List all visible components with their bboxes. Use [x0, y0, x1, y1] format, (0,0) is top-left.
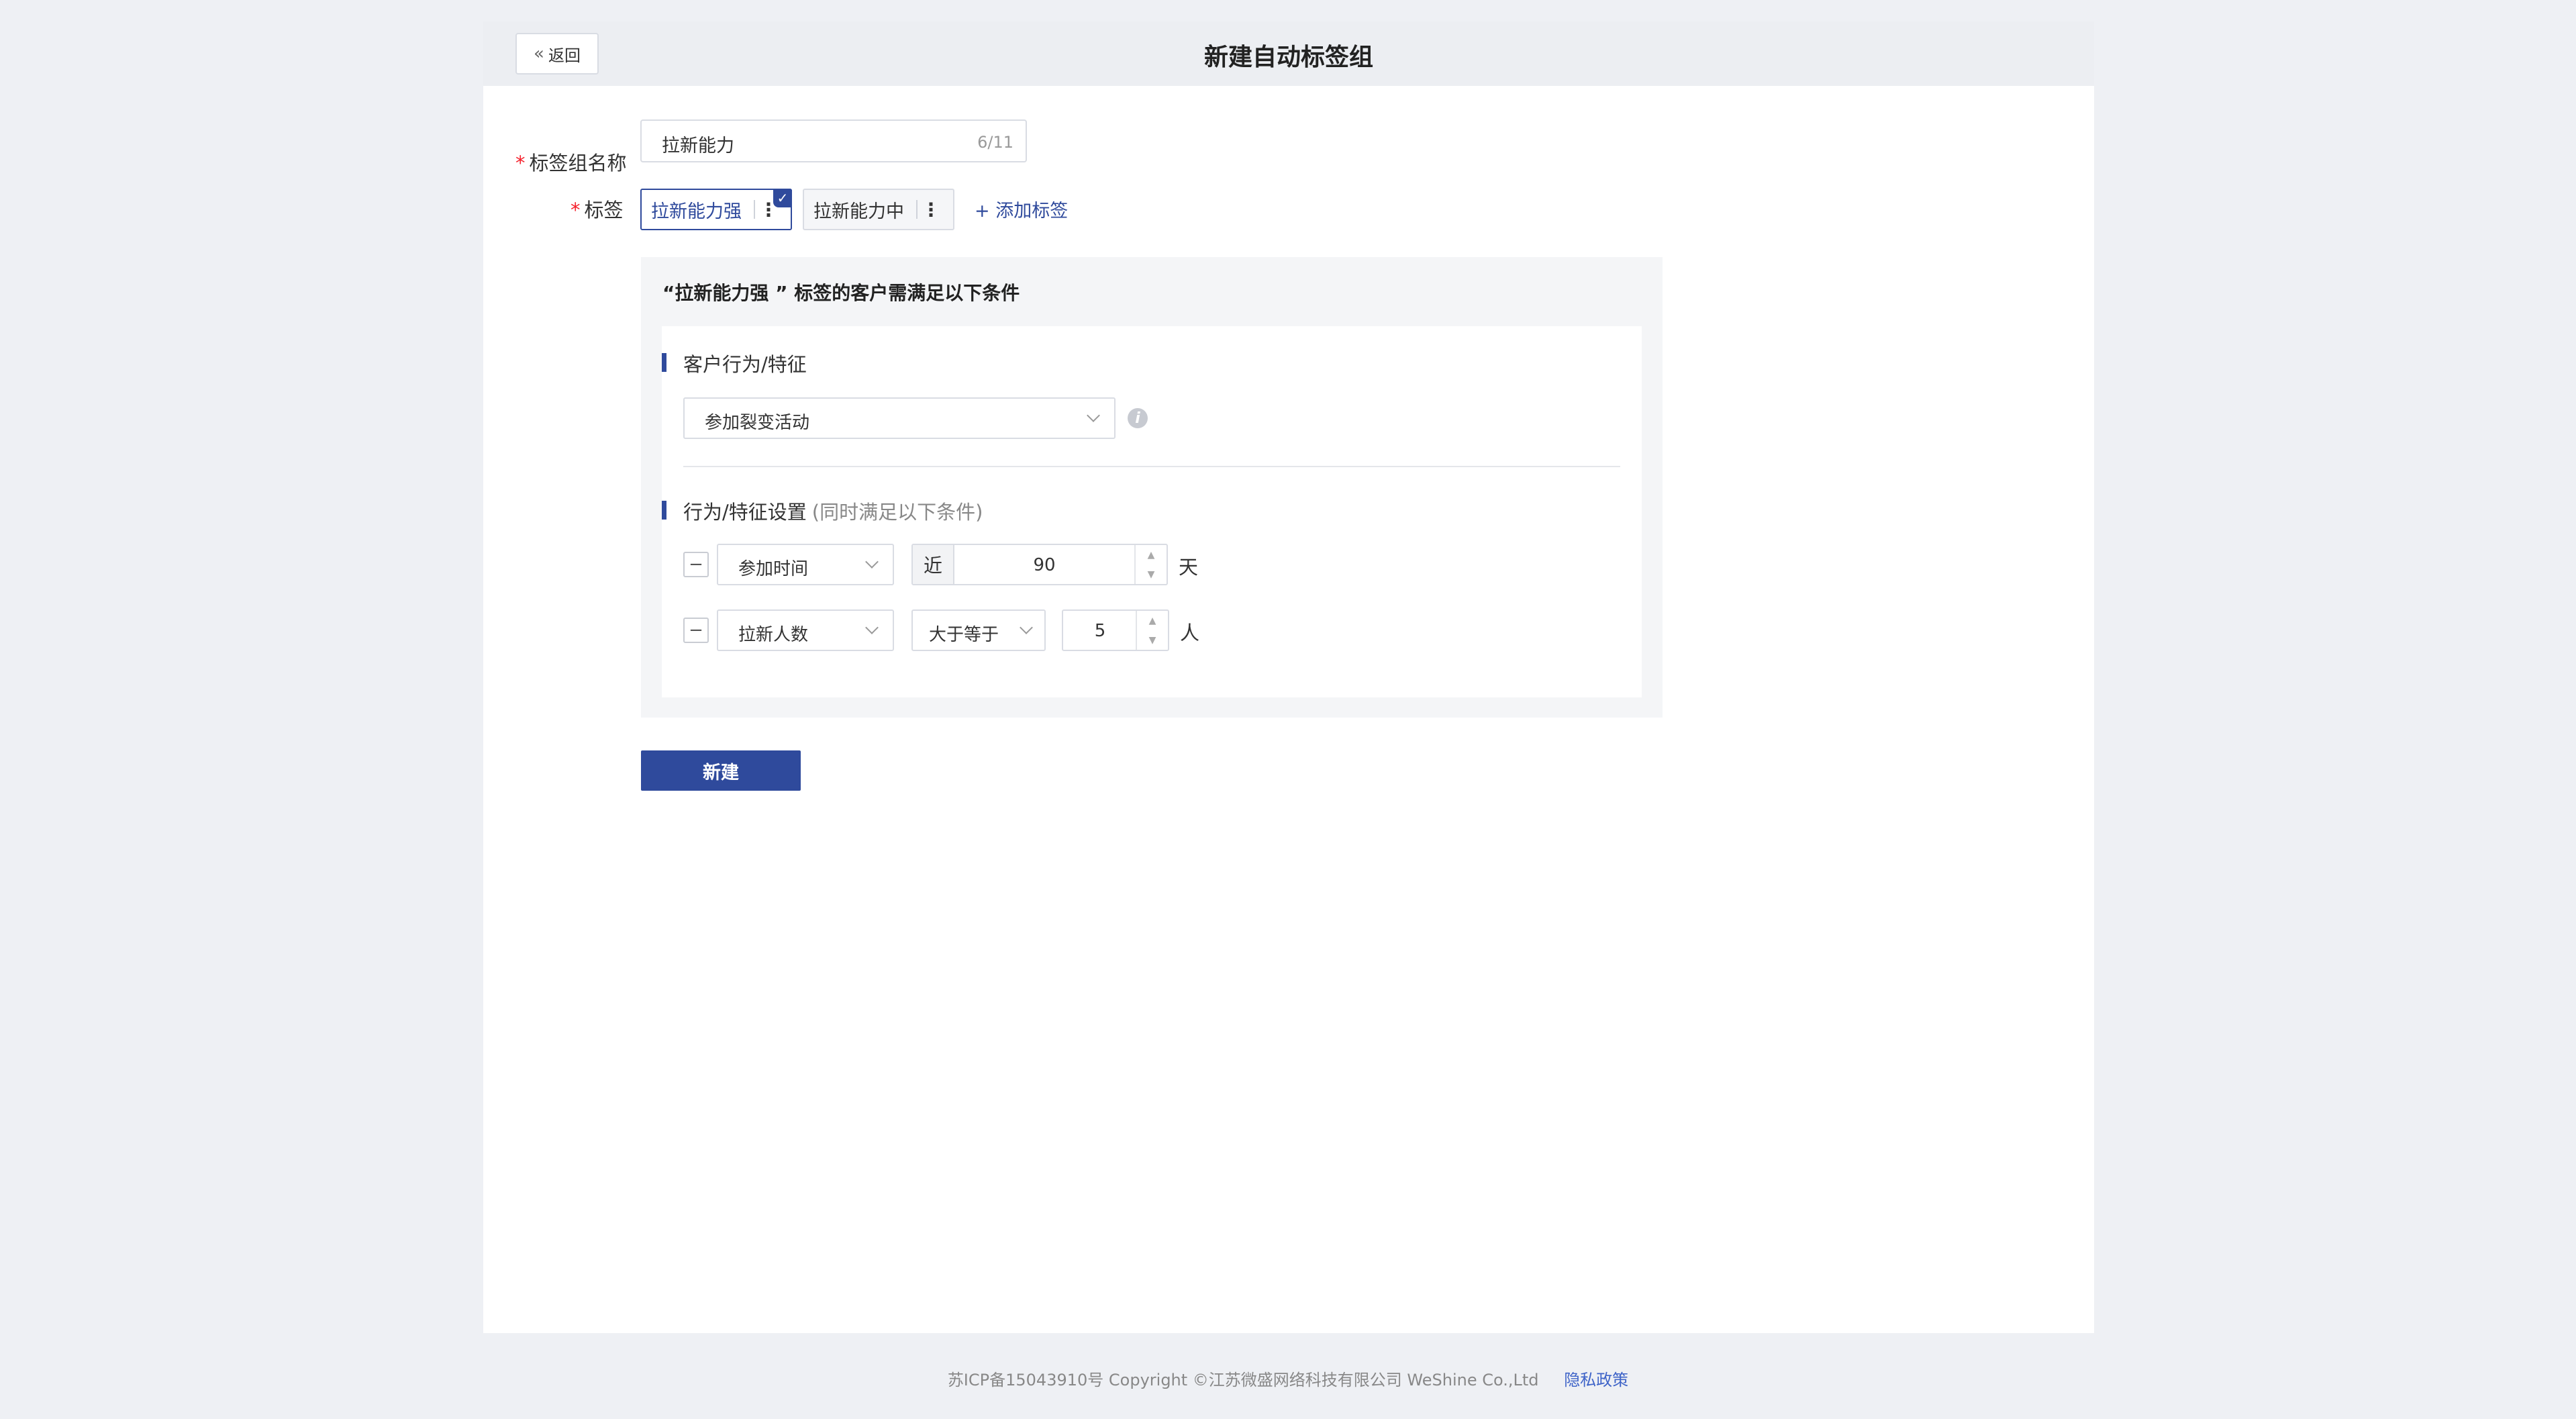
section-divider [683, 466, 1620, 467]
days-number-input[interactable]: 近 90 ▲ ▼ [911, 544, 1168, 585]
caret-down-icon[interactable]: ▼ [1136, 565, 1167, 584]
condition-body: 客户行为/特征 参加裂变活动 i 行为/特征设置 (同时满足以下条件) − 参加… [662, 326, 1642, 697]
number-value: 90 [1033, 555, 1056, 575]
operator-select-value: 大于等于 [929, 625, 999, 645]
section-accent-bar [662, 353, 666, 372]
create-button[interactable]: 新建 [641, 750, 801, 791]
chevron-down-icon [865, 555, 879, 569]
tag-chip-label: 拉新能力中 [813, 201, 904, 222]
condition-field-value: 拉新人数 [738, 625, 809, 645]
behavior-section-title: 客户行为/特征 [683, 353, 807, 376]
count-number-input[interactable]: 5 ▲ ▼ [1062, 609, 1169, 651]
page-title: 新建自动标签组 [1203, 44, 1373, 71]
footer: 苏ICP备15043910号 Copyright ©江苏微盛网络科技有限公司 W… [0, 1367, 2576, 1390]
section-accent-bar [662, 501, 666, 520]
chevron-down-icon [865, 621, 879, 634]
required-mark: * [571, 199, 581, 222]
caret-down-icon[interactable]: ▼ [1137, 630, 1168, 650]
remove-condition-button[interactable]: − [683, 552, 709, 577]
caret-up-icon[interactable]: ▲ [1136, 545, 1167, 565]
number-prefix: 近 [913, 545, 954, 584]
remove-condition-button[interactable]: − [683, 618, 709, 643]
caret-up-icon[interactable]: ▲ [1137, 611, 1168, 630]
add-tag-link[interactable]: + 添加标签 [975, 196, 1068, 222]
char-counter: 6/11 [977, 133, 1013, 152]
name-input[interactable]: 拉新能力 6/11 [640, 119, 1027, 162]
name-input-value: 拉新能力 [662, 136, 734, 156]
copyright-text: 苏ICP备15043910号 Copyright ©江苏微盛网络科技有限公司 W… [947, 1371, 1539, 1389]
condition-panel: “拉新能力强 ” 标签的客户需满足以下条件 客户行为/特征 参加裂变活动 i 行… [641, 257, 1663, 718]
settings-hint: (同时满足以下条件) [811, 501, 983, 524]
number-stepper[interactable]: ▲ ▼ [1134, 545, 1167, 584]
chevron-down-icon [1087, 409, 1100, 422]
behavior-select-value: 参加裂变活动 [705, 413, 810, 433]
settings-section-title: 行为/特征设置 (同时满足以下条件) [683, 497, 983, 525]
chevron-down-icon [1020, 621, 1033, 634]
tag-chip-selected[interactable]: 拉新能力强 ⋮ ✓ [640, 189, 792, 230]
number-value: 5 [1094, 621, 1106, 641]
name-field-label: * 标签组名称 [515, 152, 627, 175]
tag-chip[interactable]: 拉新能力中 ⋮ [803, 189, 954, 230]
behavior-select[interactable]: 参加裂变活动 [683, 397, 1116, 439]
tags-field-label: * 标签 [571, 199, 624, 222]
operator-select[interactable]: 大于等于 [911, 609, 1046, 651]
required-mark: * [515, 152, 526, 175]
condition-title: “拉新能力强 ” 标签的客户需满足以下条件 [662, 282, 1020, 304]
condition-field-select[interactable]: 参加时间 [717, 544, 894, 585]
more-vertical-icon[interactable]: ⋮ [918, 199, 944, 221]
main-card: « 返回 新建自动标签组 * 标签组名称 拉新能力 6/11 * 标签 拉新能力强 … [483, 21, 2094, 1333]
check-icon: ✓ [773, 189, 792, 207]
unit-label: 人 [1180, 622, 1200, 644]
privacy-policy-link[interactable]: 隐私政策 [1564, 1371, 1628, 1389]
page-header: « 返回 新建自动标签组 [483, 21, 2094, 86]
tag-chip-label: 拉新能力强 [651, 201, 742, 222]
unit-label: 天 [1179, 556, 1199, 579]
condition-field-value: 参加时间 [738, 559, 809, 579]
info-icon[interactable]: i [1128, 408, 1148, 428]
number-stepper[interactable]: ▲ ▼ [1136, 611, 1168, 650]
condition-field-select[interactable]: 拉新人数 [717, 609, 894, 651]
